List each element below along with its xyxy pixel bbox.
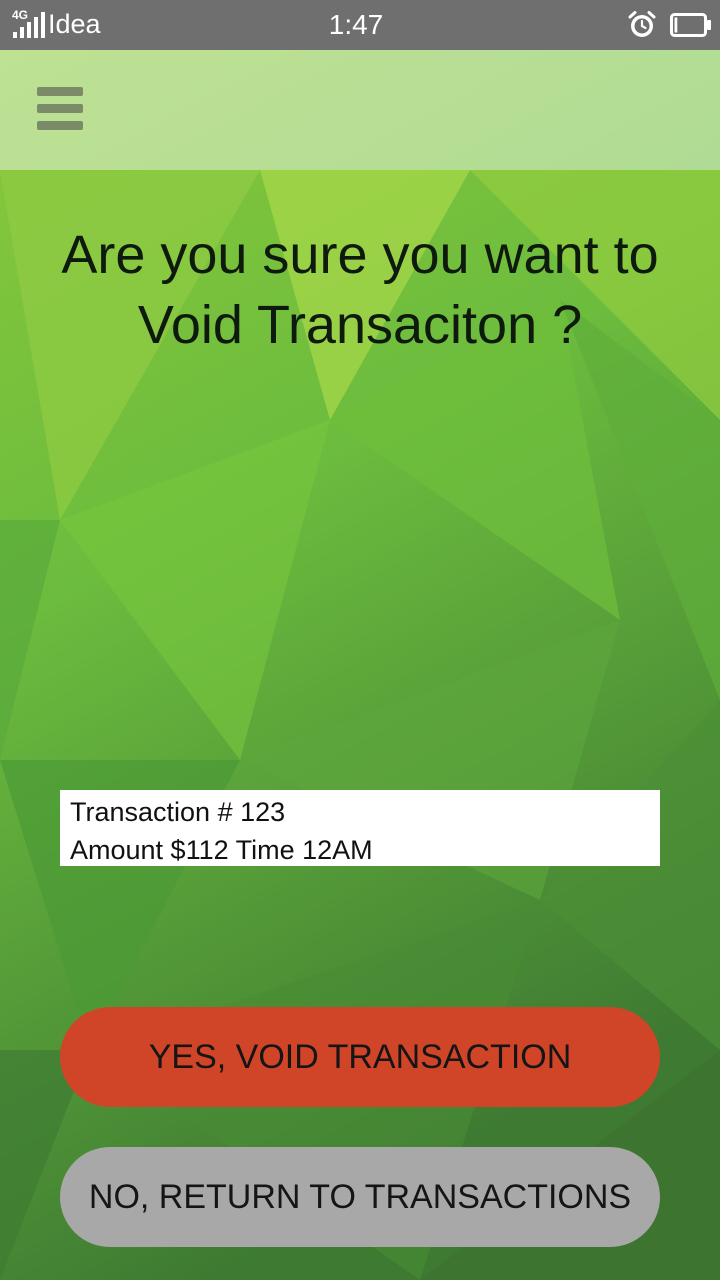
return-to-transactions-button[interactable]: NO, RETURN TO TRANSACTIONS — [60, 1147, 660, 1247]
transaction-number: Transaction # 123 — [70, 797, 286, 827]
confirm-void-button[interactable]: YES, VOID TRANSACTION — [60, 1007, 660, 1107]
battery-icon — [670, 13, 711, 37]
confirm-void-question: Are you sure you want to Void Transacito… — [61, 225, 659, 355]
status-time: 1:47 — [328, 9, 384, 40]
alarm-clock-icon — [628, 11, 656, 37]
menu-bar — [37, 104, 83, 113]
transaction-amount-time: Amount $112 Time 12AM — [70, 835, 373, 865]
header-bar — [0, 50, 720, 170]
hamburger-menu-icon[interactable] — [24, 74, 96, 138]
menu-bar — [37, 121, 83, 130]
menu-bar — [37, 87, 83, 96]
transaction-details: Transaction # 123 Amount $112 Time 12AM — [60, 790, 660, 866]
void-transaction-screen: 4G Idea 1:47 Are you sure you want to Vo… — [0, 0, 720, 1280]
status-bar: 4G Idea 1:47 — [0, 0, 720, 50]
